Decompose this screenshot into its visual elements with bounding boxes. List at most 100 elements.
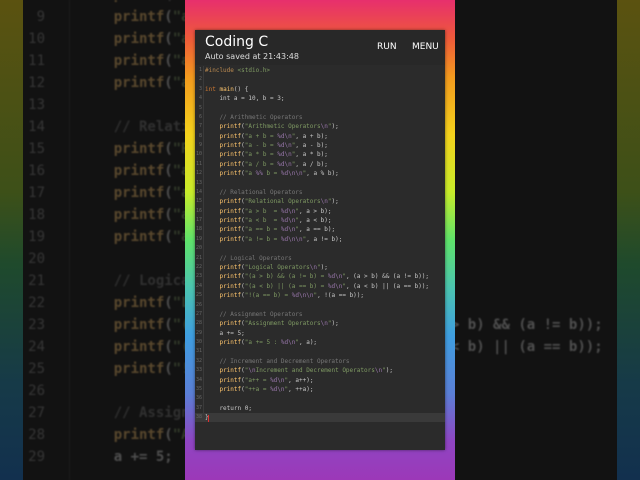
left-color-strip bbox=[0, 0, 23, 480]
code-text: printf("(a > b) && (a != b) = %d\n", (a … bbox=[219, 273, 430, 281]
line-number: 14 bbox=[195, 188, 202, 195]
line-number: 9 bbox=[198, 142, 202, 149]
line-number: 16 bbox=[195, 207, 202, 214]
background-line-number: 14 bbox=[28, 119, 45, 135]
background-line-number: 28 bbox=[28, 427, 45, 443]
line-number: 19 bbox=[195, 235, 202, 242]
code-text: printf("a++ = %d\n", a++); bbox=[219, 376, 314, 384]
code-text: printf("Assignment Operators\n"); bbox=[219, 320, 339, 328]
line-number: 10 bbox=[195, 151, 202, 158]
code-text: // Logical Operators bbox=[205, 254, 292, 262]
background-line-number: 23 bbox=[28, 317, 45, 333]
line-number: 36 bbox=[195, 395, 202, 402]
line-number: 17 bbox=[195, 217, 202, 224]
background-line-number: 19 bbox=[28, 229, 45, 245]
line-number: 11 bbox=[195, 160, 202, 167]
code-text: int main() { bbox=[205, 85, 249, 93]
background-line-number: 17 bbox=[28, 185, 45, 201]
code-text: return 0; bbox=[205, 404, 252, 412]
line-number: 23 bbox=[195, 273, 202, 280]
line-number: 7 bbox=[198, 123, 202, 130]
background-line-number: 13 bbox=[28, 97, 45, 113]
code-text: printf("a < b = %d\n", a < b); bbox=[219, 217, 332, 225]
background-line-number: 10 bbox=[28, 31, 45, 47]
background-line-number: 12 bbox=[28, 75, 45, 91]
code-text: // Relational Operators bbox=[205, 188, 303, 196]
background-line-number: 26 bbox=[28, 383, 45, 399]
code-text: printf("++a = %d\n", ++a); bbox=[219, 385, 314, 393]
line-number: 30 bbox=[195, 339, 202, 346]
background-gutter-divider bbox=[69, 0, 70, 480]
app-title: Coding C bbox=[205, 34, 269, 50]
line-number: 20 bbox=[195, 245, 202, 252]
code-text: printf("a * b = %d\n", a * b); bbox=[219, 151, 328, 159]
line-number: 3 bbox=[198, 85, 202, 92]
code-text: // Assignment Operators bbox=[205, 310, 303, 318]
code-text: // Increment and Decrement Operators bbox=[205, 357, 350, 365]
code-text: printf("a / b = %d\n", a / b); bbox=[219, 160, 328, 168]
code-text: printf("Relational Operators\n"); bbox=[219, 198, 339, 206]
line-number: 22 bbox=[195, 263, 202, 270]
line-number: 8 bbox=[198, 132, 202, 139]
code-text: printf("\nIncrement and Decrement Operat… bbox=[219, 367, 393, 375]
background-line-number: 27 bbox=[28, 405, 45, 421]
line-number: 31 bbox=[195, 348, 202, 355]
background-line-number: 29 bbox=[28, 449, 45, 465]
right-color-strip bbox=[617, 0, 640, 480]
line-number: 33 bbox=[195, 367, 202, 374]
background-line-number: 9 bbox=[36, 9, 45, 25]
line-number: 1 bbox=[198, 67, 202, 73]
line-number: 25 bbox=[195, 292, 202, 299]
background-line-number: 24 bbox=[28, 339, 45, 355]
line-number: 13 bbox=[195, 179, 202, 186]
menu-button[interactable]: MENU bbox=[412, 42, 439, 52]
autosave-status: Auto saved at 21:43:48 bbox=[205, 52, 299, 61]
code-text: printf("!(a == b) = %d\n\n", !(a == b)); bbox=[219, 292, 365, 300]
line-number: 12 bbox=[195, 170, 202, 177]
code-text: int a = 10, b = 3; bbox=[205, 95, 285, 103]
line-number: 26 bbox=[195, 301, 202, 308]
line-number: 2 bbox=[198, 76, 202, 83]
code-text: // Arithmetic Operators bbox=[205, 113, 303, 121]
line-number: 24 bbox=[195, 282, 202, 289]
line-number: 38 bbox=[195, 414, 202, 421]
line-number: 15 bbox=[195, 198, 202, 205]
background-line-number: 21 bbox=[28, 273, 45, 289]
line-number: 5 bbox=[198, 104, 202, 111]
background-line-number: 11 bbox=[28, 53, 45, 69]
code-text: #include <stdio.h> bbox=[205, 67, 271, 74]
background-line-number: 20 bbox=[28, 251, 45, 267]
line-number: 35 bbox=[195, 385, 202, 392]
line-number: 29 bbox=[195, 329, 202, 336]
code-text: printf("a += 5 : %d\n", a); bbox=[219, 339, 318, 347]
line-number: 6 bbox=[198, 113, 202, 120]
code-text: printf("a == b = %d\n", a == b); bbox=[219, 226, 336, 234]
line-number: 34 bbox=[195, 376, 202, 383]
background-line-number: 22 bbox=[28, 295, 45, 311]
code-text: a += 5; bbox=[205, 329, 245, 337]
code-editor[interactable]: 1 #include <stdio.h> 2 3 int main() {4 int a… bbox=[195, 66, 445, 450]
background-code-text: a += 5; bbox=[80, 449, 173, 465]
background-line-number: 25 bbox=[28, 361, 45, 377]
code-text: printf("a - b = %d\n", a - b); bbox=[219, 142, 328, 150]
line-number: 37 bbox=[195, 404, 202, 411]
code-text: printf("a > b = %d\n", a > b); bbox=[219, 207, 332, 215]
line-number: 4 bbox=[198, 95, 202, 102]
line-number: 27 bbox=[195, 310, 202, 317]
code-text: } bbox=[205, 414, 209, 422]
gutter-divider bbox=[203, 66, 204, 422]
line-number: 21 bbox=[195, 254, 202, 261]
code-text: printf("a != b = %d\n\n", a != b); bbox=[219, 235, 343, 243]
code-text: printf("a %% b = %d\n\n", a % b); bbox=[219, 170, 339, 178]
background-line-number: 18 bbox=[28, 207, 45, 223]
run-button[interactable]: RUN bbox=[377, 42, 397, 52]
code-text: printf("Arithmetic Operators\n"); bbox=[219, 123, 339, 131]
code-text: printf("(a < b) || (a == b) = %d\n", (a … bbox=[219, 282, 430, 290]
code-text: printf("Logical Operators\n"); bbox=[219, 263, 328, 271]
background-line-number: 16 bbox=[28, 163, 45, 179]
background-line-number: 15 bbox=[28, 141, 45, 157]
app-window: Coding C Auto saved at 21:43:48 RUN MENU… bbox=[195, 30, 445, 450]
line-number: 32 bbox=[195, 357, 202, 364]
app-header: Coding C Auto saved at 21:43:48 RUN MENU bbox=[195, 30, 445, 65]
line-number: 18 bbox=[195, 226, 202, 233]
